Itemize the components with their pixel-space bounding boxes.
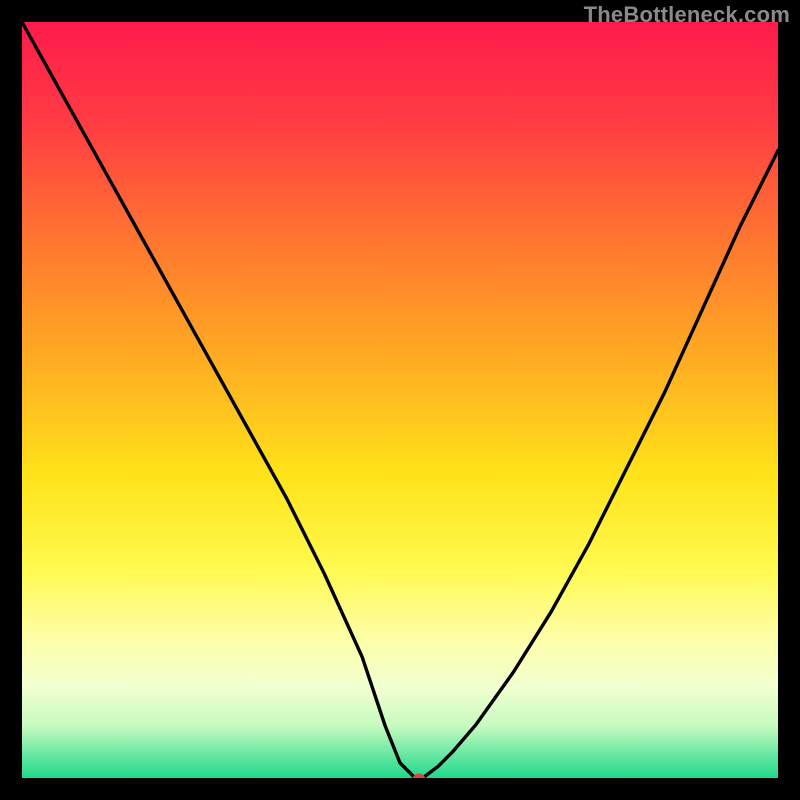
plot-background — [22, 22, 778, 778]
bottleneck-chart — [22, 22, 778, 778]
watermark-text: TheBottleneck.com — [584, 2, 790, 28]
chart-frame: TheBottleneck.com — [0, 0, 800, 800]
